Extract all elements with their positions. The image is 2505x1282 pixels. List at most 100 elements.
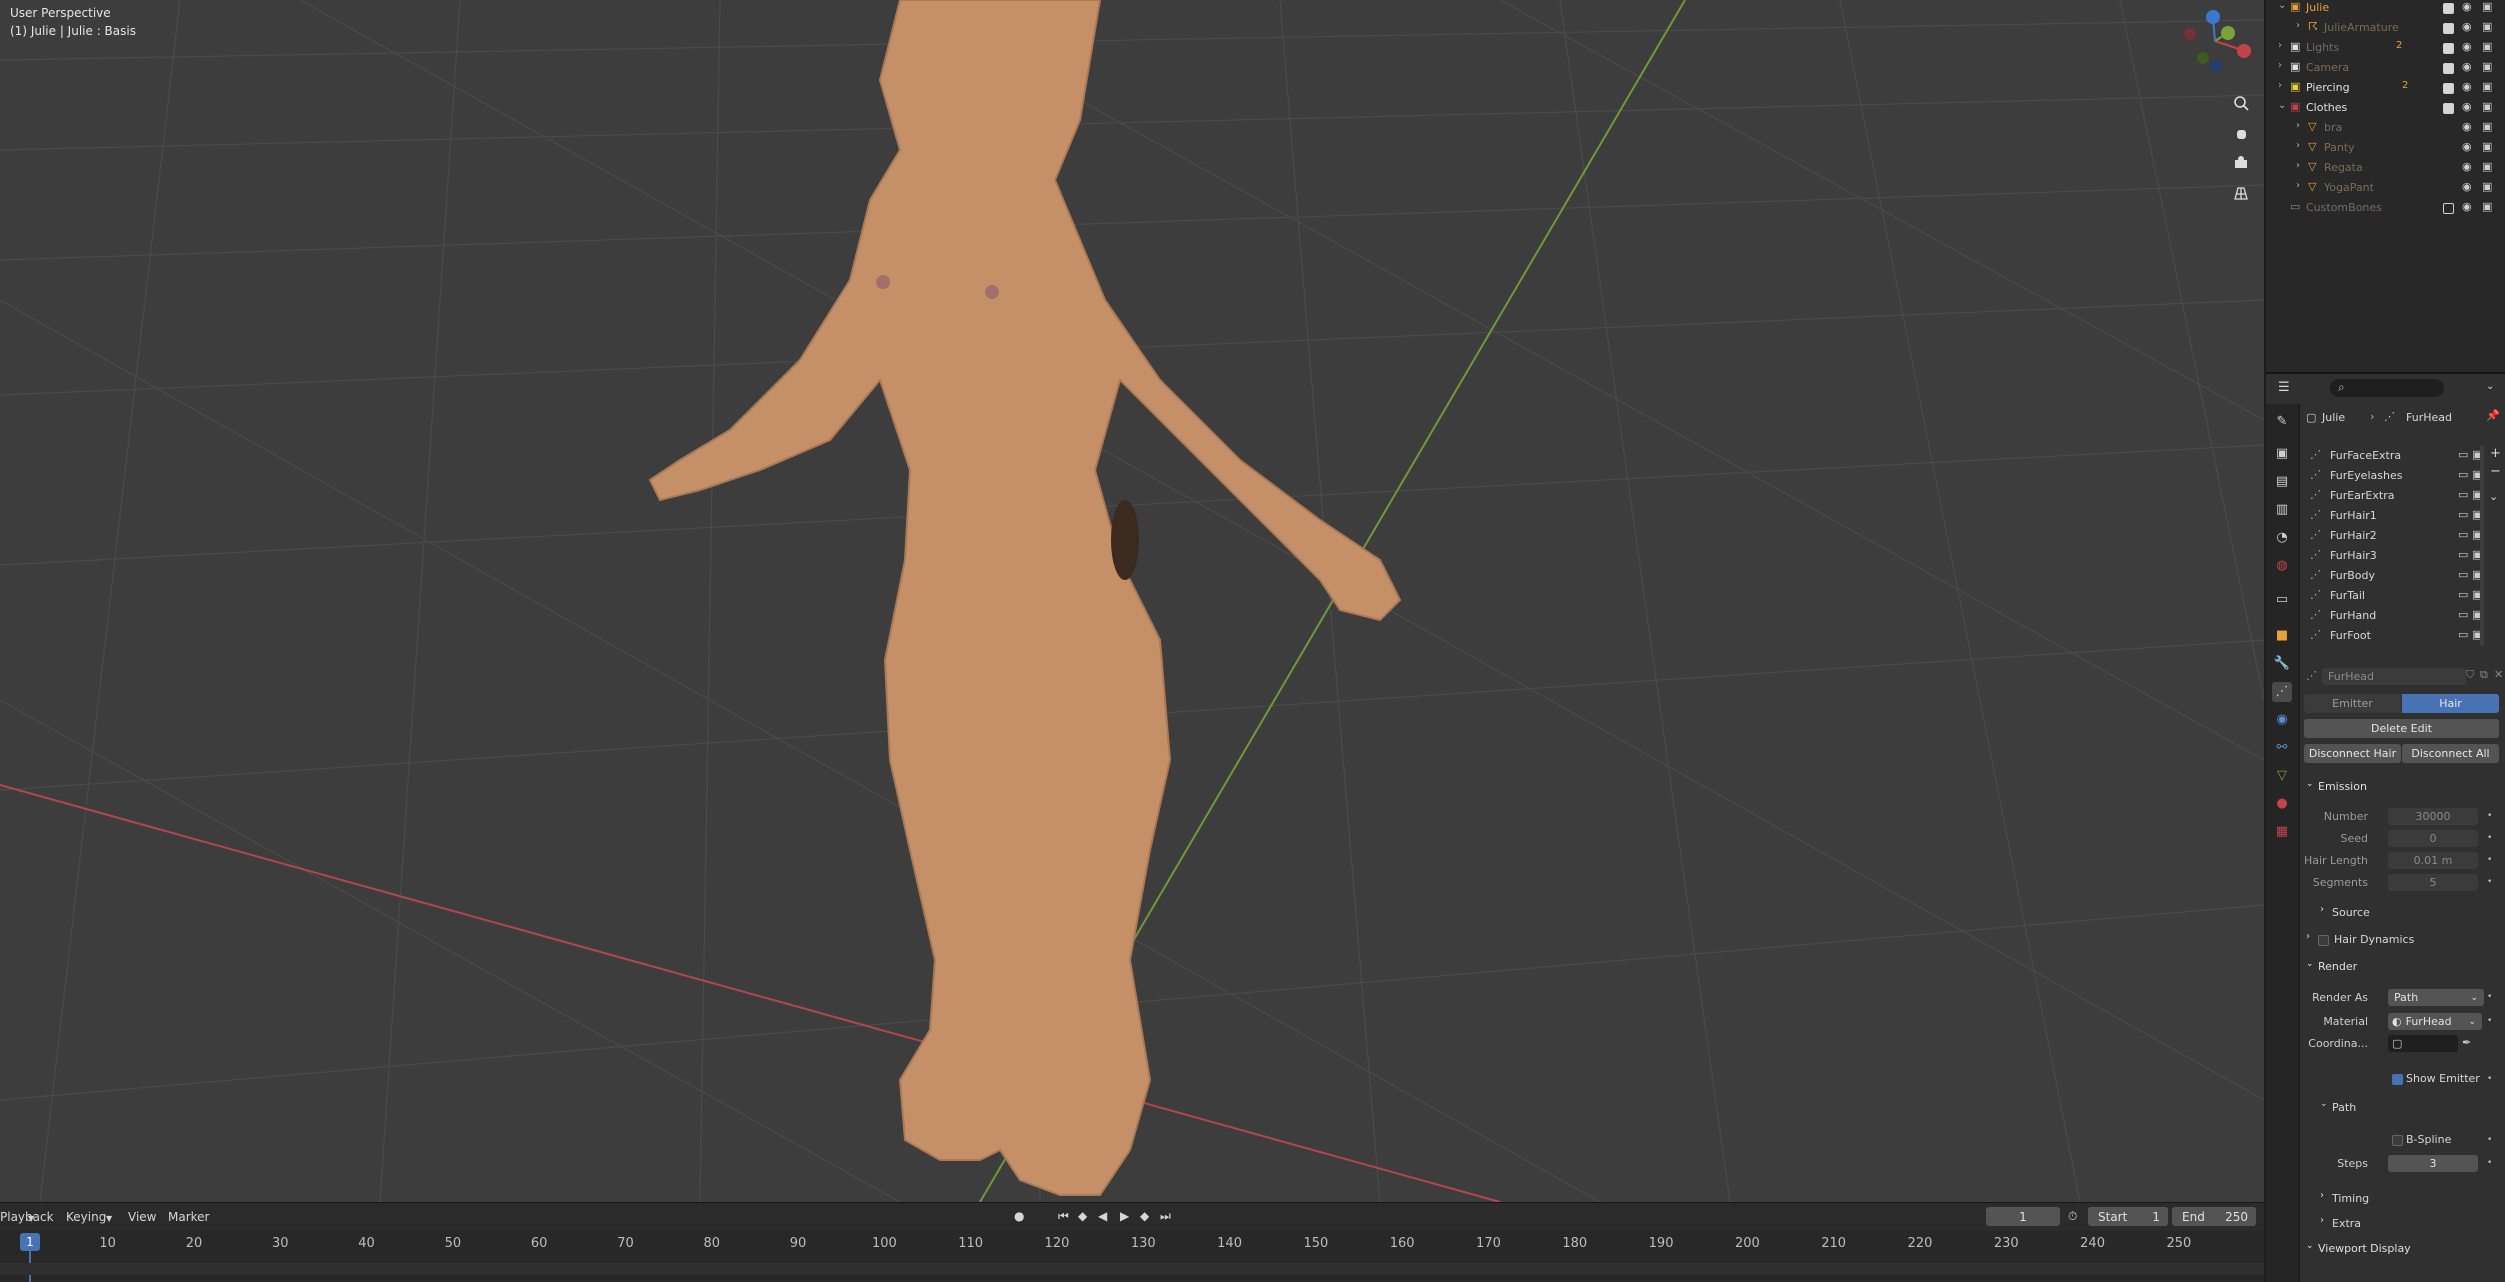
camera-view-icon[interactable] bbox=[2228, 150, 2254, 176]
delete-edit-button[interactable]: Delete Edit bbox=[2304, 719, 2499, 738]
eyedropper-icon[interactable]: ✒ bbox=[2462, 1036, 2471, 1049]
expand-arrow-icon[interactable]: › bbox=[2296, 160, 2300, 171]
particle-system-item[interactable]: ⋰ FurFaceExtra ▭ ▣ bbox=[2310, 446, 2488, 465]
playback-menu[interactable]: Playback bbox=[0, 1210, 54, 1224]
object-tab-icon[interactable]: ■ bbox=[2272, 626, 2292, 646]
viewport-visibility-icon[interactable]: ▭ bbox=[2458, 448, 2468, 461]
expand-arrow-icon[interactable]: › bbox=[2278, 80, 2282, 91]
outliner-row[interactable]: ▭ CustomBones ◉ ▣ bbox=[2266, 198, 2505, 218]
render-as-dropdown[interactable]: Path ⌄ bbox=[2388, 989, 2484, 1006]
outliner-row[interactable]: › ▣ Camera ◉ ▣ bbox=[2266, 58, 2505, 78]
physics-tab-icon[interactable]: ◉ bbox=[2272, 710, 2292, 730]
expand-arrow-icon[interactable]: › bbox=[2278, 60, 2282, 71]
navigation-gizmo[interactable] bbox=[2170, 6, 2260, 76]
constraint-tab-icon[interactable]: ⚯ bbox=[2272, 738, 2292, 758]
viewport-visibility-icon[interactable]: ▭ bbox=[2458, 548, 2468, 561]
particle-system-item[interactable]: ⋰ FurHair2 ▭ ▣ bbox=[2310, 526, 2488, 545]
particle-system-item[interactable]: ⋰ FurBody ▭ ▣ bbox=[2310, 566, 2488, 585]
perspective-grid-icon[interactable] bbox=[2228, 180, 2254, 206]
particles-tab-icon[interactable]: ⋰ bbox=[2272, 682, 2292, 702]
camera-render-icon[interactable]: ▣ bbox=[2482, 0, 2492, 13]
fake-user-icon[interactable]: ⛉ bbox=[2466, 668, 2474, 682]
exclude-checkbox[interactable] bbox=[2443, 83, 2454, 94]
exclude-checkbox[interactable] bbox=[2443, 43, 2454, 54]
camera-render-icon[interactable]: ▣ bbox=[2482, 120, 2492, 133]
jump-end-icon[interactable]: ⏭ bbox=[1160, 1209, 1171, 1224]
chevron-down-icon[interactable]: ⌄ bbox=[2489, 490, 2498, 503]
exclude-checkbox[interactable] bbox=[2443, 203, 2454, 214]
eye-icon[interactable]: ◉ bbox=[2462, 80, 2472, 93]
expand-arrow-icon[interactable]: ⌄ bbox=[2278, 100, 2286, 111]
prev-keyframe-icon[interactable]: ◆ bbox=[1078, 1209, 1087, 1223]
hair-dynamics-panel[interactable]: Hair Dynamics bbox=[2334, 933, 2414, 946]
jump-start-icon[interactable]: ⏮ bbox=[1058, 1209, 1069, 1224]
chevron-down-icon[interactable]: ⌄ bbox=[2486, 381, 2494, 392]
expand-arrow-icon[interactable]: › bbox=[2296, 140, 2300, 151]
start-frame-field[interactable]: Start 1 bbox=[2088, 1207, 2168, 1226]
particle-system-item[interactable]: ⋰ FurEarExtra ▭ ▣ bbox=[2310, 486, 2488, 505]
viewport-display-panel-header[interactable]: ⌄ Viewport Display bbox=[2302, 1238, 2502, 1260]
eye-icon[interactable]: ◉ bbox=[2462, 160, 2472, 173]
collection-tab-icon[interactable]: ▭ bbox=[2272, 590, 2292, 610]
duplicate-icon[interactable]: ⧉ bbox=[2480, 668, 2488, 682]
particle-system-item[interactable]: ⋰ FurFoot ▭ ▣ bbox=[2310, 626, 2488, 645]
camera-render-icon[interactable]: ▣ bbox=[2482, 100, 2492, 113]
outliner-row[interactable]: › ☈ JulieArmature ◉ ▣ bbox=[2266, 18, 2505, 38]
disconnect-all-button[interactable]: Disconnect All bbox=[2402, 744, 2499, 763]
camera-render-icon[interactable]: ▣ bbox=[2482, 20, 2492, 33]
keyframe-dot-icon[interactable]: • bbox=[2487, 833, 2492, 843]
marker-menu[interactable]: Marker bbox=[168, 1210, 209, 1224]
hair-dynamics-checkbox[interactable] bbox=[2318, 935, 2329, 946]
view-layer-tab-icon[interactable]: ▥ bbox=[2272, 500, 2292, 520]
keyframe-dot-icon[interactable]: • bbox=[2487, 992, 2492, 1002]
emitter-type-tab[interactable]: Emitter bbox=[2304, 694, 2401, 713]
eye-icon[interactable]: ◉ bbox=[2462, 100, 2472, 113]
eye-icon[interactable]: ◉ bbox=[2462, 0, 2472, 13]
particle-settings-name[interactable]: FurHead bbox=[2322, 668, 2466, 685]
source-subpanel[interactable]: Source bbox=[2332, 906, 2370, 919]
play-reverse-icon[interactable]: ◀ bbox=[1098, 1209, 1107, 1223]
timing-subpanel[interactable]: Timing bbox=[2332, 1192, 2369, 1205]
eye-icon[interactable]: ◉ bbox=[2462, 180, 2472, 193]
camera-render-icon[interactable]: ▣ bbox=[2482, 180, 2492, 193]
viewport-visibility-icon[interactable]: ▭ bbox=[2458, 468, 2468, 481]
disconnect-hair-button[interactable]: Disconnect Hair bbox=[2304, 744, 2401, 763]
camera-render-icon[interactable]: ▣ bbox=[2482, 80, 2492, 93]
data-tab-icon[interactable]: ▽ bbox=[2272, 766, 2292, 786]
viewport-visibility-icon[interactable]: ▭ bbox=[2458, 488, 2468, 501]
exclude-checkbox[interactable] bbox=[2443, 3, 2454, 14]
viewport-visibility-icon[interactable]: ▭ bbox=[2458, 568, 2468, 581]
outliner-row[interactable]: › ▽ YogaPant ◉ ▣ bbox=[2266, 178, 2505, 198]
play-icon[interactable]: ▶ bbox=[1120, 1209, 1129, 1223]
keyframe-dot-icon[interactable]: • bbox=[2487, 1074, 2492, 1084]
particle-system-item[interactable]: ⋰ FurHand ▭ ▣ bbox=[2310, 606, 2488, 625]
list-scrollbar[interactable] bbox=[2480, 446, 2484, 646]
exclude-checkbox[interactable] bbox=[2443, 23, 2454, 34]
expand-arrow-icon[interactable]: › bbox=[2296, 120, 2300, 131]
outliner-row[interactable]: › ▣ Lights ◉ ▣ bbox=[2266, 38, 2505, 58]
expand-arrow-icon[interactable]: › bbox=[2296, 20, 2300, 31]
expand-arrow-icon[interactable]: ⌄ bbox=[2278, 0, 2286, 11]
outliner-row[interactable]: › ▽ Regata ◉ ▣ bbox=[2266, 158, 2505, 178]
tool-tab-icon[interactable]: ✎ bbox=[2272, 412, 2292, 432]
particle-system-item[interactable]: ⋰ FurEyelashes ▭ ▣ bbox=[2310, 466, 2488, 485]
particle-system-item[interactable]: ⋰ FurTail ▭ ▣ bbox=[2310, 586, 2488, 605]
keyframe-dot-icon[interactable]: • bbox=[2487, 1158, 2492, 1168]
viewport-visibility-icon[interactable]: ▭ bbox=[2458, 528, 2468, 541]
hair-length-field[interactable]: 0.01 m bbox=[2388, 852, 2478, 869]
scene-tab-icon[interactable]: ◔ bbox=[2272, 528, 2292, 548]
bspline-checkbox[interactable] bbox=[2392, 1135, 2403, 1146]
extra-subpanel[interactable]: Extra bbox=[2332, 1217, 2361, 1230]
outliner-row[interactable]: ⌄ ▣ Julie ◉ ▣ bbox=[2266, 0, 2505, 18]
timeline-scrollbar[interactable] bbox=[0, 1263, 2264, 1275]
add-slot-icon[interactable]: + bbox=[2490, 446, 2501, 461]
record-icon[interactable]: ● bbox=[1014, 1209, 1024, 1223]
camera-render-icon[interactable]: ▣ bbox=[2482, 40, 2492, 53]
exclude-checkbox[interactable] bbox=[2443, 163, 2454, 174]
particle-system-item[interactable]: ⋰ FurHair3 ▭ ▣ bbox=[2310, 546, 2488, 565]
outliner-row[interactable]: › ▣ Piercing ◉ ▣ bbox=[2266, 78, 2505, 98]
coordinate-object-field[interactable]: ▢ bbox=[2388, 1035, 2458, 1052]
close-icon[interactable]: ✕ bbox=[2494, 668, 2503, 681]
keyframe-dot-icon[interactable]: • bbox=[2487, 1016, 2492, 1026]
eye-icon[interactable]: ◉ bbox=[2462, 20, 2472, 33]
